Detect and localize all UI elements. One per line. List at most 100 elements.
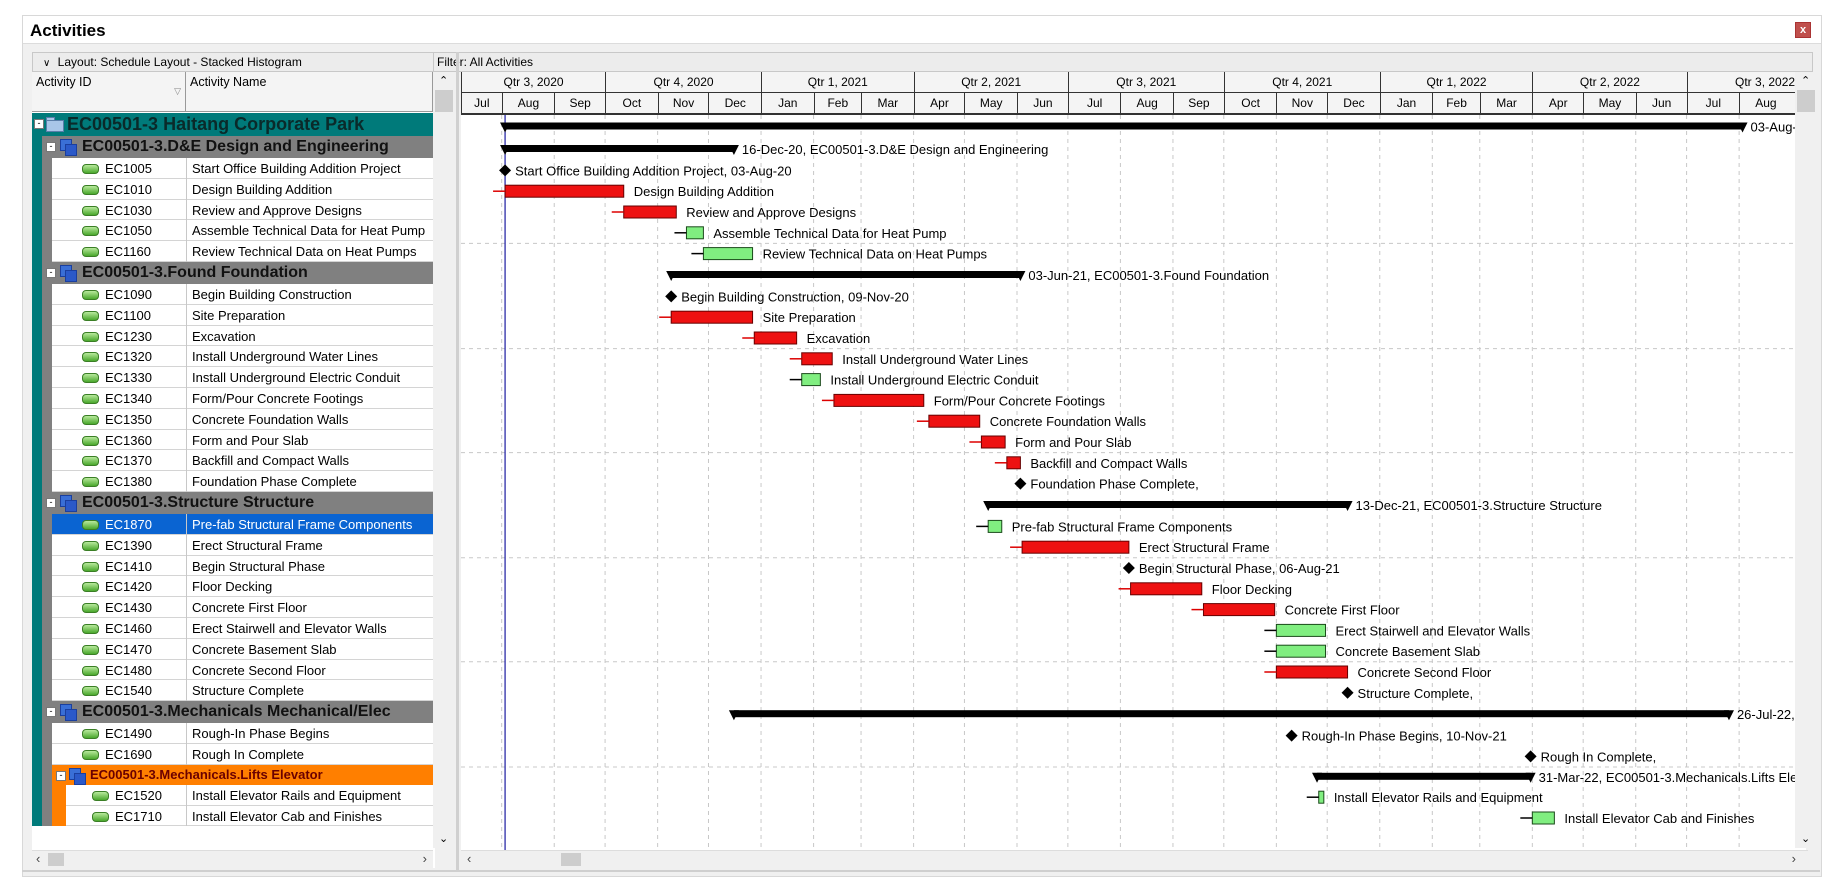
filter-sort-icon[interactable]: ▽ [174, 86, 181, 97]
activity-row[interactable]: EC1360 Form and Pour Slab [32, 429, 433, 451]
left-horizontal-scrollbar[interactable]: ‹ › [32, 850, 433, 868]
wbs-row[interactable]: - EC00501-3.D&E Design and Engineering [32, 136, 433, 158]
scroll-thumb[interactable] [48, 853, 64, 866]
month-header-cell: Feb [813, 93, 861, 113]
wbs-band [42, 744, 52, 765]
project-band [32, 555, 42, 577]
window-title: Activities [30, 21, 106, 40]
scroll-up-icon[interactable]: ⌃ [1801, 74, 1810, 87]
collapse-icon[interactable]: - [56, 770, 66, 781]
collapse-icon[interactable]: - [46, 707, 56, 718]
activity-row[interactable]: EC1480 Concrete Second Floor [32, 659, 433, 681]
activity-id: EC1870 [105, 517, 152, 532]
wbs-row[interactable]: - EC00501-3.Mechanicals Mechanical/Elec [32, 701, 433, 724]
activity-status-icon [82, 184, 99, 195]
month-header-cell: Jan [761, 93, 814, 113]
activity-row[interactable]: EC1030 Review and Approve Designs [32, 199, 433, 221]
activity-row[interactable]: EC1420 Floor Decking [32, 576, 433, 598]
scroll-up-icon[interactable]: ⌃ [439, 74, 448, 87]
activity-row[interactable]: EC1410 Begin Structural Phase [32, 555, 433, 577]
activity-row[interactable]: EC1380 Foundation Phase Complete [32, 471, 433, 492]
activity-id: EC1540 [105, 683, 152, 699]
scroll-thumb[interactable] [435, 90, 453, 112]
project-band [32, 471, 42, 492]
activity-row[interactable]: EC1710 Install Elevator Cab and Finishes [32, 805, 433, 827]
month-header-cell: Oct [1223, 93, 1277, 113]
scroll-right-icon[interactable]: › [423, 851, 427, 866]
activity-row[interactable]: EC1520 Install Elevator Rails and Equipm… [32, 784, 433, 806]
activity-row[interactable]: EC1100 Site Preparation [32, 304, 433, 326]
wbs-band [42, 805, 52, 827]
activity-name: Design Building Addition [192, 181, 333, 197]
month-header-cell: Apr [1532, 93, 1583, 113]
wbs-row[interactable]: - EC00501-3.Found Foundation [32, 262, 433, 284]
activity-row[interactable]: EC1370 Backfill and Compact Walls [32, 450, 433, 472]
activity-row[interactable]: EC1470 Concrete Basement Slab [32, 638, 433, 660]
pane-splitter[interactable] [456, 52, 459, 872]
project-band [32, 450, 42, 472]
activity-name: Begin Structural Phase [192, 558, 325, 574]
scroll-right-icon[interactable]: › [1792, 851, 1796, 866]
activity-row[interactable]: EC1690 Rough In Complete [32, 744, 433, 765]
project-band [32, 346, 42, 368]
scroll-down-icon[interactable]: ⌄ [439, 832, 448, 845]
activity-row[interactable]: EC1230 Excavation [32, 325, 433, 347]
wbs-row[interactable]: - EC00501-3.Structure Structure [32, 492, 433, 514]
activity-row[interactable]: EC1460 Erect Stairwell and Elevator Wall… [32, 618, 433, 639]
bar-label: Structure Complete, [1358, 686, 1474, 701]
activity-name: Floor Decking [192, 579, 273, 595]
activity-status-icon [92, 811, 109, 822]
wbs-row[interactable]: - EC00501-3.Mechanicals.Lifts Elevator [32, 764, 433, 785]
activity-name: Erect Stairwell and Elevator Walls [192, 621, 387, 636]
layout-selector[interactable]: ∨ Layout: Schedule Layout - Stacked Hist… [32, 52, 435, 72]
left-vertical-scrollbar[interactable]: ⌃ ⌄ [433, 72, 455, 848]
bar-label: Assemble Technical Data for Heat Pump [713, 226, 946, 241]
activity-row[interactable]: EC1160 Review Technical Data on Heat Pum… [32, 241, 433, 262]
activity-bar [1318, 790, 1325, 804]
milestone-diamond [665, 290, 678, 303]
bar-label: Pre-fab Structural Frame Components [1012, 519, 1233, 534]
activity-status-icon [82, 414, 99, 425]
activity-id: EC1320 [105, 349, 152, 365]
bar-label: Foundation Phase Complete, [1030, 477, 1198, 492]
filter-bar[interactable]: Filter: All Activities [433, 52, 1813, 72]
activity-row[interactable]: EC1010 Design Building Addition [32, 178, 433, 200]
project-row[interactable]: - EC00501-3 Haitang Corporate Park [32, 113, 433, 136]
collapse-icon[interactable]: - [46, 142, 56, 152]
activity-row[interactable]: EC1340 Form/Pour Concrete Footings [32, 388, 433, 409]
activity-row[interactable]: EC1430 Concrete First Floor [32, 597, 433, 618]
activity-row[interactable]: EC1320 Install Underground Water Lines [32, 346, 433, 368]
activity-row[interactable]: EC1050 Assemble Technical Data for Heat … [32, 220, 433, 242]
bar-label: Form and Pour Slab [1015, 435, 1131, 450]
column-header-activity-name[interactable]: Activity Name [186, 72, 433, 112]
activity-row[interactable]: EC1390 Erect Structural Frame [32, 534, 433, 556]
activity-bar [987, 519, 1003, 533]
activity-id: EC1380 [105, 474, 152, 490]
activity-row[interactable]: EC1090 Begin Building Construction [32, 284, 433, 305]
scroll-left-icon[interactable]: ‹ [467, 851, 471, 866]
project-band [32, 408, 42, 430]
activity-id: EC1490 [105, 726, 152, 742]
activity-row[interactable]: EC1490 Rough-In Phase Begins [32, 723, 433, 744]
scroll-thumb[interactable] [1797, 90, 1815, 112]
collapse-icon[interactable]: - [46, 268, 56, 278]
gantt-horizontal-scrollbar[interactable]: ‹ › [461, 850, 1808, 868]
column-header-activity-id[interactable]: Activity ID ▽ [32, 72, 186, 112]
activity-row[interactable]: EC1540 Structure Complete [32, 680, 433, 702]
scroll-thumb[interactable] [561, 853, 581, 866]
gantt-vertical-scrollbar[interactable]: ⌃ ⌄ [1795, 72, 1817, 848]
activity-status-icon [82, 520, 99, 530]
scroll-down-icon[interactable]: ⌄ [1801, 832, 1810, 845]
milestone-diamond [1524, 750, 1537, 763]
project-band [32, 680, 42, 702]
collapse-icon[interactable]: - [46, 498, 56, 508]
activity-row[interactable]: EC1870 Pre-fab Structural Frame Componen… [32, 514, 433, 535]
activity-row[interactable]: EC1005 Start Office Building Addition Pr… [32, 158, 433, 179]
collapse-icon[interactable]: - [34, 119, 44, 129]
activity-id: EC1350 [105, 411, 152, 427]
activity-row[interactable]: EC1330 Install Underground Electric Cond… [32, 367, 433, 388]
scroll-left-icon[interactable]: ‹ [36, 851, 40, 866]
close-button[interactable]: x [1795, 22, 1811, 38]
project-band [32, 492, 42, 514]
activity-row[interactable]: EC1350 Concrete Foundation Walls [32, 408, 433, 430]
